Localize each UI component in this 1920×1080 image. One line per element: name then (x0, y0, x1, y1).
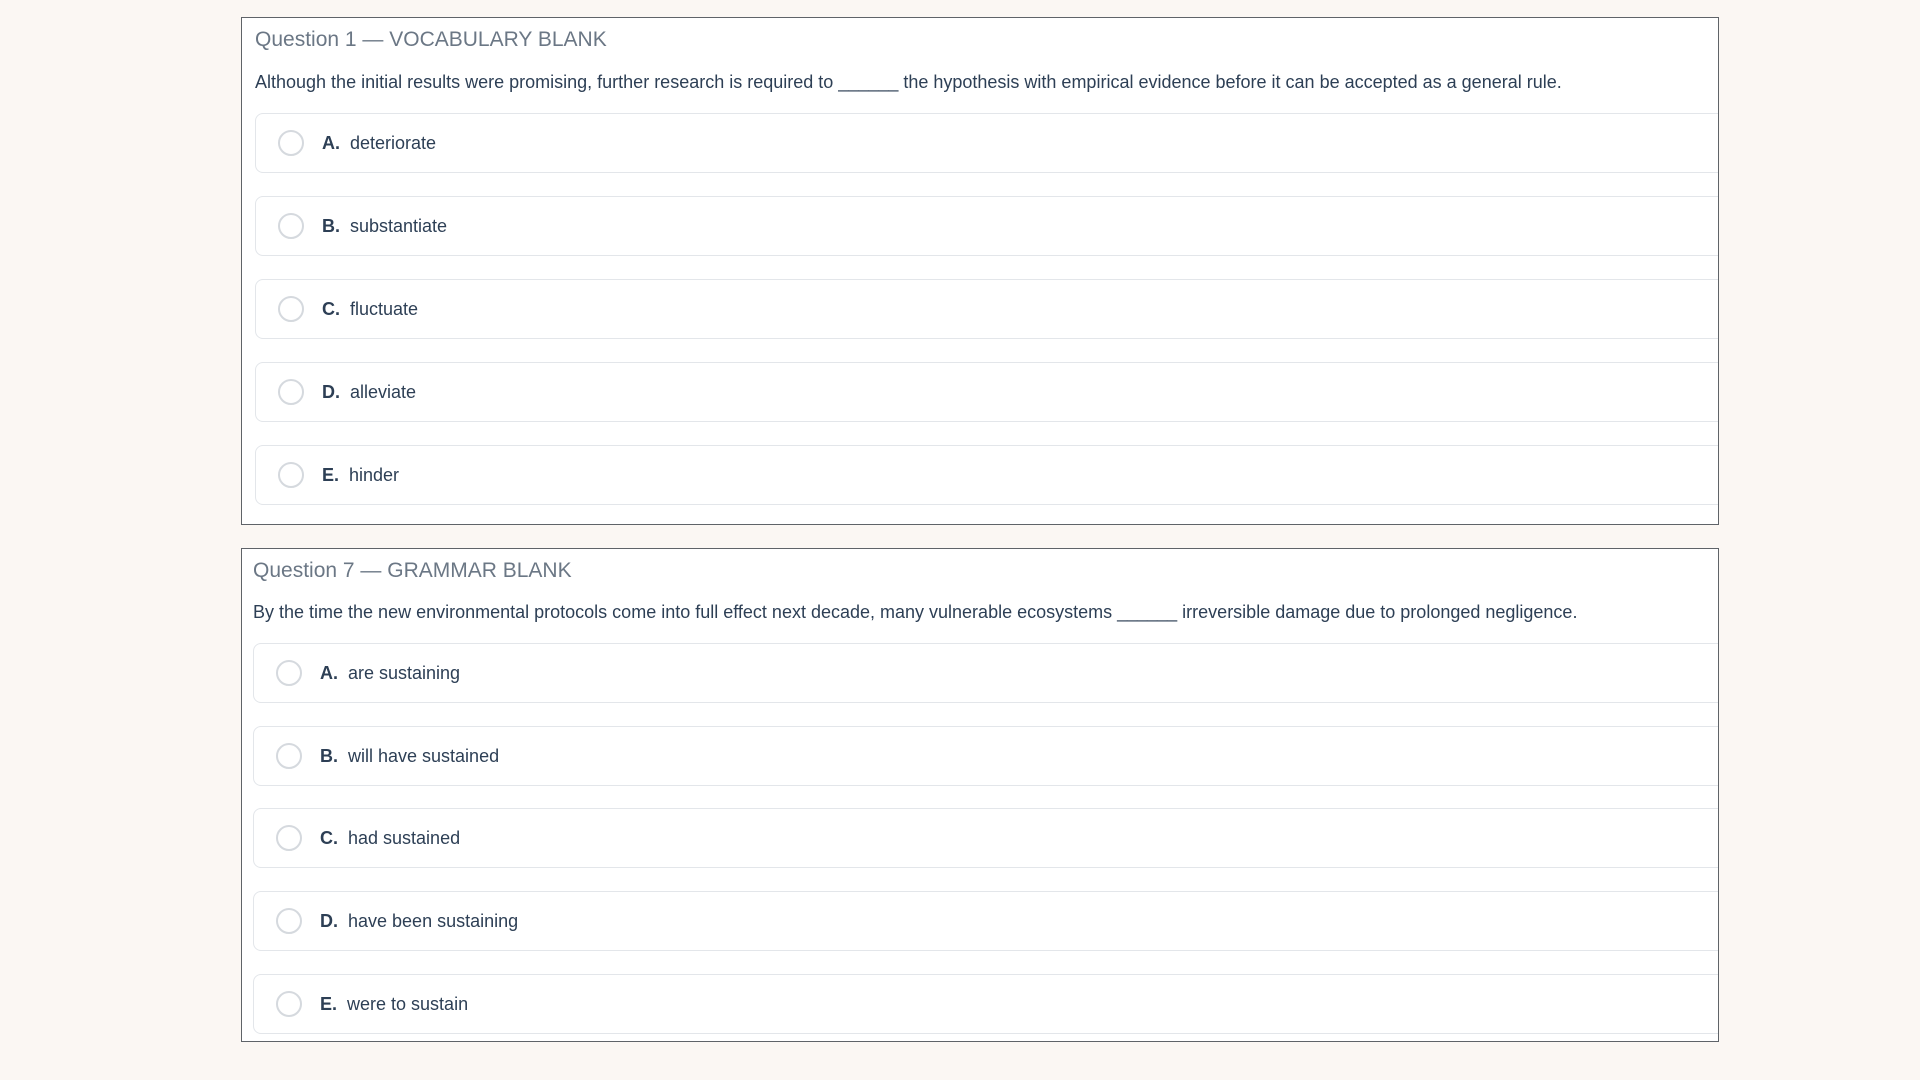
option-text: have been sustaining (348, 911, 519, 931)
option-label: C. had sustained (320, 828, 460, 849)
option-text: had sustained (348, 828, 461, 848)
option-a[interactable]: A. are sustaining (253, 643, 1718, 703)
option-a[interactable]: A. deteriorate (255, 113, 1718, 173)
option-e[interactable]: E. hinder (255, 445, 1718, 505)
option-letter: A. (320, 663, 338, 683)
option-letter: C. (320, 828, 338, 848)
option-d[interactable]: D. alleviate (255, 362, 1718, 422)
radio-button[interactable] (276, 991, 302, 1017)
radio-button[interactable] (278, 462, 304, 488)
option-label: E. hinder (322, 465, 399, 486)
option-letter: D. (320, 911, 338, 931)
option-c[interactable]: C. fluctuate (255, 279, 1718, 339)
option-letter: E. (320, 994, 338, 1014)
option-letter: B. (320, 746, 338, 766)
radio-button[interactable] (276, 908, 302, 934)
option-text: alleviate (350, 382, 417, 402)
option-text: are sustaining (348, 663, 461, 683)
radio-button[interactable] (278, 213, 304, 239)
question-prompt: Although the initial results were promis… (255, 72, 1562, 92)
option-label: D. have been sustaining (320, 911, 518, 932)
quiz-page: Question 1 — VOCABULARY BLANK Although t… (0, 0, 1920, 1080)
option-label: B. will have sustained (320, 746, 499, 767)
option-d[interactable]: D. have been sustaining (253, 891, 1718, 951)
option-e[interactable]: E. were to sustain (253, 974, 1718, 1034)
radio-button[interactable] (278, 296, 304, 322)
option-label: C. fluctuate (322, 299, 418, 320)
option-b[interactable]: B. will have sustained (253, 726, 1718, 786)
option-label: D. alleviate (322, 382, 416, 403)
question-prompt: By the time the new environmental protoc… (253, 602, 1578, 622)
option-letter: D. (322, 382, 340, 402)
option-c[interactable]: C. had sustained (253, 808, 1718, 868)
option-text: deteriorate (350, 133, 437, 153)
option-text: substantiate (350, 216, 448, 236)
radio-button[interactable] (276, 660, 302, 686)
radio-button[interactable] (276, 743, 302, 769)
question-heading: Question 1 — VOCABULARY BLANK (255, 28, 607, 51)
option-text: fluctuate (350, 299, 419, 319)
question-heading: Question 7 — GRAMMAR BLANK (253, 559, 572, 582)
option-letter: B. (322, 216, 340, 236)
option-text: will have sustained (348, 746, 500, 766)
option-b[interactable]: B. substantiate (255, 196, 1718, 256)
option-label: E. were to sustain (320, 994, 468, 1015)
question-card-1: Question 1 — VOCABULARY BLANK Although t… (241, 17, 1719, 525)
option-label: B. substantiate (322, 216, 447, 237)
option-letter: C. (322, 299, 340, 319)
option-text: hinder (349, 465, 400, 485)
option-letter: A. (322, 133, 340, 153)
question-card-7: Question 7 — GRAMMAR BLANK By the time t… (241, 548, 1719, 1042)
option-letter: E. (322, 465, 340, 485)
option-label: A. are sustaining (320, 663, 460, 684)
option-text: were to sustain (347, 994, 469, 1014)
radio-button[interactable] (276, 825, 302, 851)
radio-button[interactable] (278, 379, 304, 405)
radio-button[interactable] (278, 130, 304, 156)
option-label: A. deteriorate (322, 133, 436, 154)
